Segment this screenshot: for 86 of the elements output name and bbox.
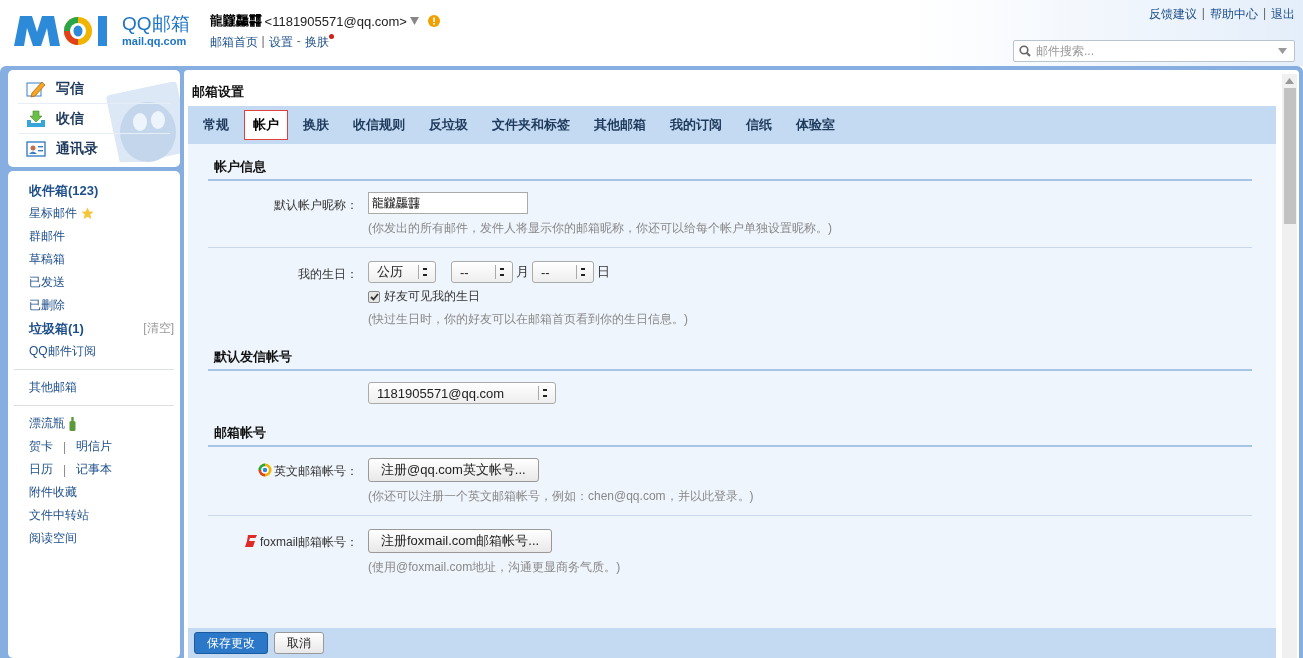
header-link[interactable]: 设置 [268,34,293,51]
page-title: 邮箱设置 [191,83,245,101]
settings-tab[interactable]: 反垃圾 [420,110,477,140]
header-link[interactable]: 邮箱首页 [209,34,258,51]
footer-button[interactable]: 保存更改 [194,632,268,654]
section-heading: 邮箱帐号 [208,424,1252,447]
pencil-icon [26,79,46,98]
field-label: 默认帐户昵称： [274,197,358,214]
sidebar-action[interactable]: 写信 [18,74,170,104]
user-name: 龍龖龘䨻 [209,12,262,30]
link-separator: | [63,462,67,477]
star-icon [81,207,94,220]
settings-tab[interactable]: 收信规则 [344,110,414,140]
logo-title: QQ邮箱 [122,13,190,33]
folder-link[interactable]: 已发送 [29,274,65,291]
settings-tab[interactable]: 帐户 [244,110,288,140]
settings-tab[interactable]: 我的订阅 [661,110,731,140]
field-label: 英文邮箱帐号： [274,463,358,480]
day-select[interactable]: -- [532,261,594,283]
scroll-thumb[interactable] [1283,88,1296,224]
link-separator: | [1201,6,1205,22]
folder-link[interactable]: 日历 [29,461,53,478]
caret-icon[interactable] [409,17,419,25]
sender-select[interactable]: 1181905571@qq.com [368,382,556,404]
settings-tab[interactable]: 换肤 [294,110,338,140]
link-separator: - [296,34,301,48]
folder-link[interactable]: 记事本 [76,461,113,478]
header-link[interactable]: 换肤 [304,34,334,51]
qq-mail-icon [258,463,272,477]
hint-text: (你发出的所有邮件，发件人将显示你的邮箱昵称，你还可以给每个帐户单独设置昵称。) [368,220,832,237]
arrow-up-icon[interactable] [1285,78,1294,84]
folder-link[interactable]: QQ邮件订阅 [29,343,96,360]
user-email[interactable]: <1181905571@qq.com> [264,13,407,29]
header-link[interactable]: 反馈建议 [1148,6,1197,23]
calendar-select[interactable]: 公历 [368,261,436,283]
download-icon [26,109,46,128]
folder-link[interactable]: 贺卡 [29,438,53,455]
register-button[interactable]: 注册foxmail.com邮箱帐号... [368,529,553,553]
folder-link[interactable]: 文件中转站 [29,507,89,524]
contact-card-icon [26,140,46,157]
nickname-field[interactable]: 龍龖龘䨻 [368,192,528,214]
hint-text: (快过生日时，你的好友可以在邮箱首页看到你的生日信息。) [368,311,688,328]
link-separator: | [1262,6,1266,22]
footer-button[interactable]: 取消 [274,632,324,654]
hint-text: (你还可以注册一个英文邮箱帐号，例如：chen@qq.com，并以此登录。) [368,488,754,505]
folder-link[interactable]: 明信片 [76,438,113,455]
settings-tab[interactable]: 其他邮箱 [585,110,655,140]
folder-link[interactable]: 漂流瓶 [29,415,65,432]
header-link[interactable]: 帮助中心 [1209,6,1258,23]
sidebar-action[interactable]: 通讯录 [18,134,170,163]
folder-link[interactable]: 垃圾箱(1) [29,319,84,338]
hint-text: (使用@foxmail.com地址，沟通更显商务气质。) [368,559,621,576]
day-unit: 日 [597,263,610,281]
search-icon [1019,45,1031,57]
link-separator: | [261,34,265,48]
search-field[interactable]: 邮件搜索... [1013,40,1295,62]
month-unit: 月 [516,263,529,281]
scrollbar-track[interactable] [1282,74,1297,658]
folder-link[interactable]: 收件箱(123) [29,181,99,200]
checkbox[interactable] [368,290,380,303]
logo-domain: mail.qq.com [122,35,188,47]
folder-link[interactable]: 附件收藏 [29,484,77,501]
field-label: 我的生日： [298,266,358,283]
folder-link[interactable]: 已删除 [29,297,65,314]
warning-icon[interactable] [427,15,440,27]
bottle-icon [69,416,76,431]
field-label: foxmail邮箱帐号： [260,534,358,551]
section-heading: 帐户信息 [208,158,1252,181]
folder-link[interactable]: 阅读空间 [29,530,77,547]
dropdown-icon[interactable] [1278,48,1287,54]
header-link[interactable]: 退出 [1271,6,1295,23]
foxmail-icon [244,534,258,548]
settings-tab[interactable]: 信纸 [737,110,781,140]
folder-link[interactable]: 星标邮件 [29,205,77,222]
settings-tab[interactable]: 常规 [194,110,238,140]
folder-link[interactable]: 群邮件 [29,228,65,245]
folder-link[interactable]: 其他邮箱 [29,379,77,396]
folder-link[interactable]: 草稿箱 [29,251,65,268]
checkbox-label: 好友可见我的生日 [384,288,480,305]
register-button[interactable]: 注册@qq.com英文帐号... [368,458,539,482]
settings-tab[interactable]: 文件夹和标签 [483,110,579,140]
sidebar-action[interactable]: 收信 [18,104,170,134]
month-select[interactable]: -- [451,261,513,283]
settings-tab[interactable]: 体验室 [787,110,844,140]
section-heading: 默认发信帐号 [208,348,1252,371]
link-separator: | [63,439,67,454]
